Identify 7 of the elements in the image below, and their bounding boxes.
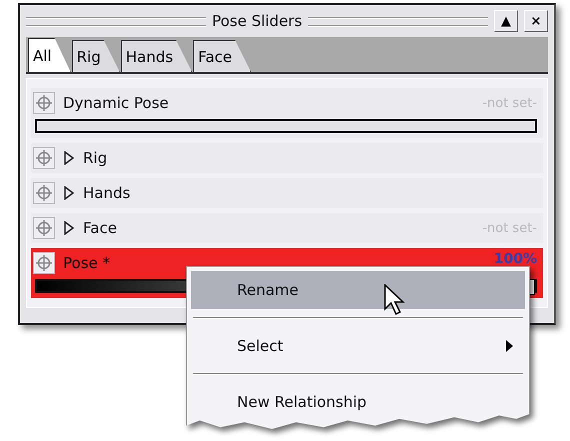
row-label: Pose * xyxy=(63,254,110,272)
row-label: Face xyxy=(83,219,117,237)
value-readout: 100% xyxy=(494,251,538,267)
row-label: Dynamic Pose xyxy=(63,94,169,112)
row-label: Rig xyxy=(83,149,108,167)
row-label: Hands xyxy=(83,184,130,202)
window-title: Pose Sliders xyxy=(212,12,302,30)
